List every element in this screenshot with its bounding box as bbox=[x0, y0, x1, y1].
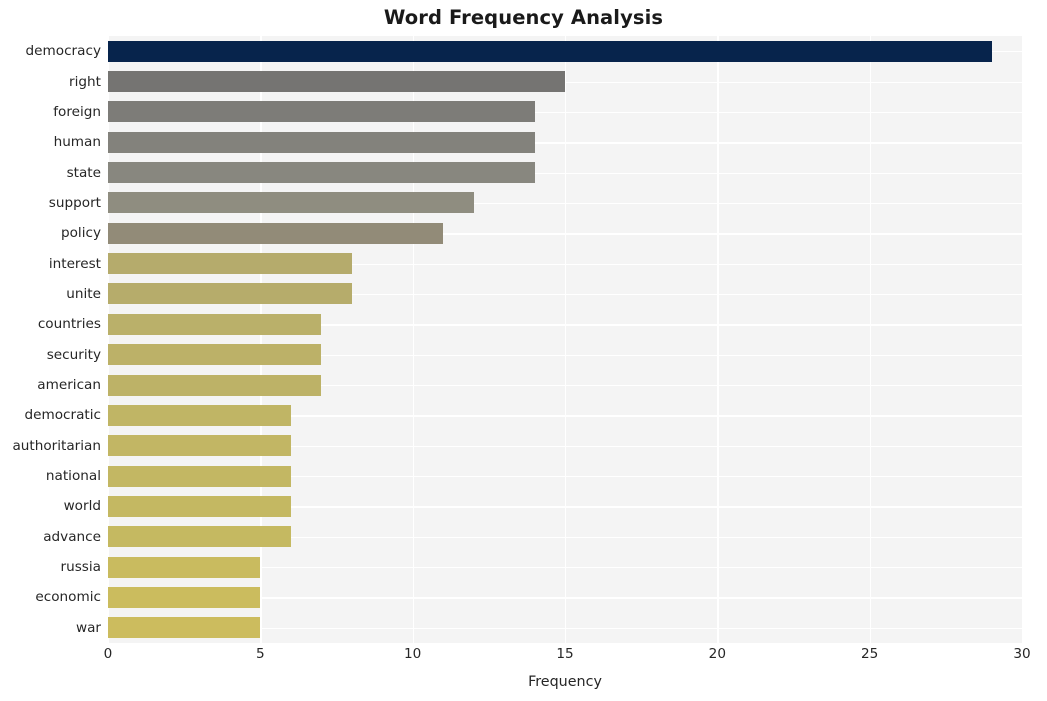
y-axis-tick-label: russia bbox=[60, 559, 101, 576]
y-axis-tick-label: policy bbox=[60, 225, 101, 242]
y-axis-tick-label: world bbox=[63, 498, 101, 515]
y-axis-tick-label: foreign bbox=[53, 103, 101, 120]
y-axis-tick-label: state bbox=[66, 164, 101, 181]
x-axis-tick-labels: 0 5 10 15 20 25 30 bbox=[104, 646, 1031, 668]
word-frequency-chart-figure: Word Frequency Analysis democracy right fo… bbox=[0, 0, 1047, 701]
page-title: Word Frequency Analysis bbox=[383, 6, 664, 29]
x-axis-tick-label: 15 bbox=[556, 646, 574, 662]
y-axis-tick-label: national bbox=[45, 468, 101, 485]
y-axis-tick-label: democratic bbox=[24, 407, 101, 424]
x-axis-tick-label: 5 bbox=[256, 646, 265, 662]
y-axis-tick-label: interest bbox=[48, 255, 101, 272]
y-axis-tick-label: authoritarian bbox=[12, 437, 101, 454]
y-axis-tick-labels: democracy right foreign human state support po… bbox=[0, 36, 1047, 643]
x-axis-tick-label: 10 bbox=[404, 646, 422, 662]
y-axis-tick-label: human bbox=[53, 134, 101, 151]
x-axis-tick-label: 25 bbox=[861, 646, 879, 662]
x-axis-tick-label: 0 bbox=[103, 646, 113, 662]
y-axis-tick-label: right bbox=[69, 73, 101, 90]
y-axis-tick-label: support bbox=[48, 194, 101, 211]
y-axis-tick-label: war bbox=[75, 619, 101, 636]
x-axis-tick-label: 20 bbox=[708, 646, 726, 662]
y-axis-tick-label: economic bbox=[35, 589, 101, 606]
y-axis-tick-label: countries bbox=[37, 316, 101, 333]
y-axis-tick-label: american bbox=[37, 377, 101, 394]
y-axis-tick-label: democracy bbox=[25, 43, 101, 60]
y-axis-tick-label: advance bbox=[43, 528, 101, 545]
y-axis-tick-label: unite bbox=[66, 285, 101, 302]
x-axis-tick-label: 30 bbox=[1013, 646, 1031, 662]
y-axis-tick-label: security bbox=[46, 346, 101, 363]
x-axis-label: Frequency bbox=[528, 674, 602, 690]
